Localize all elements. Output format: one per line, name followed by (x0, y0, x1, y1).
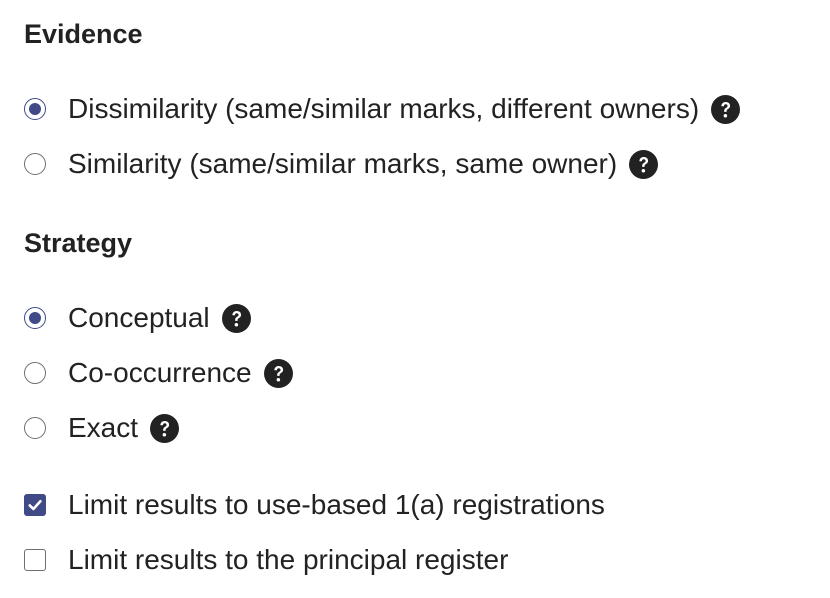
conceptual-radio[interactable] (24, 307, 46, 329)
question-circle-icon[interactable] (711, 94, 741, 124)
use-based-label: Limit results to use-based 1(a) registra… (68, 489, 605, 520)
principal-register-checkbox[interactable] (24, 549, 46, 571)
search-options-panel: Evidence Dissimilarity (same/similar mar… (0, 0, 830, 598)
checkmark-icon (28, 499, 42, 511)
dissimilarity-label: Dissimilarity (same/similar marks, diffe… (68, 93, 700, 124)
use-based-checkbox[interactable] (24, 494, 46, 516)
exact-radio[interactable] (24, 417, 46, 439)
strategy-option-co-occurrence[interactable]: Co-occurrence (24, 357, 293, 389)
question-circle-icon[interactable] (263, 358, 293, 388)
evidence-option-similarity[interactable]: Similarity (same/similar marks, same own… (24, 148, 659, 180)
exact-label: Exact (68, 412, 139, 443)
conceptual-label: Conceptual (68, 302, 210, 333)
radio-selected-dot (29, 103, 41, 115)
question-circle-icon[interactable] (150, 413, 180, 443)
strategy-option-conceptual[interactable]: Conceptual (24, 302, 251, 334)
evidence-option-dissimilarity[interactable]: Dissimilarity (same/similar marks, diffe… (24, 93, 741, 125)
question-circle-icon[interactable] (629, 149, 659, 179)
evidence-heading: Evidence (24, 19, 143, 49)
question-circle-icon[interactable] (221, 303, 251, 333)
principal-register-label: Limit results to the principal register (68, 544, 509, 575)
similarity-label: Similarity (same/similar marks, same own… (68, 148, 618, 179)
filter-principal-register[interactable]: Limit results to the principal register (24, 544, 508, 576)
dissimilarity-radio[interactable] (24, 98, 46, 120)
strategy-option-exact[interactable]: Exact (24, 412, 180, 444)
strategy-heading: Strategy (24, 228, 133, 258)
radio-selected-dot (29, 312, 41, 324)
co-occurrence-label: Co-occurrence (68, 357, 252, 388)
filter-use-based-registrations[interactable]: Limit results to use-based 1(a) registra… (24, 489, 605, 521)
similarity-radio[interactable] (24, 153, 46, 175)
co-occurrence-radio[interactable] (24, 362, 46, 384)
